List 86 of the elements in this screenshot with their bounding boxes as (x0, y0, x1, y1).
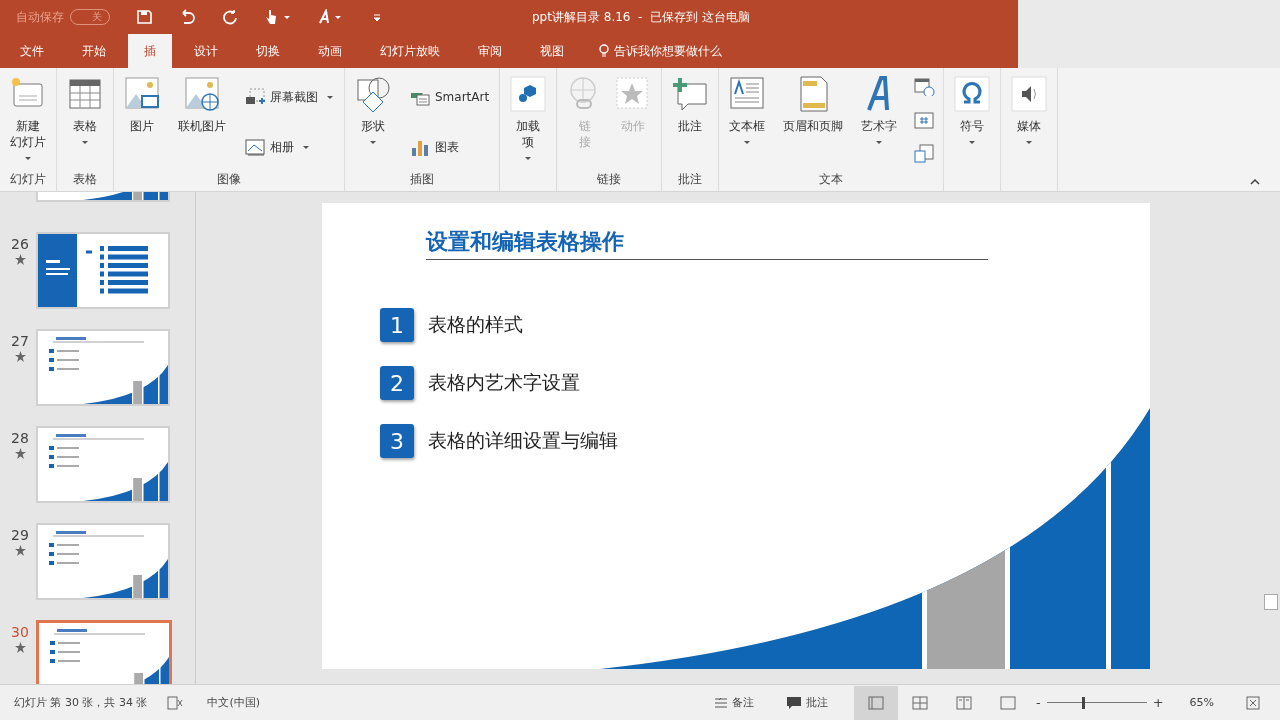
ribbon-button[interactable]: 媒体 (1007, 74, 1052, 188)
slide-count: 幻灯片 第 30 张，共 34 张 (14, 695, 148, 710)
zoom-slider-thumb[interactable] (1081, 696, 1085, 709)
number-badge: 2 (380, 366, 414, 400)
fit-to-window-icon[interactable] (1246, 695, 1260, 710)
zoom-in-button[interactable]: + (1152, 695, 1164, 710)
star-icon (14, 545, 26, 556)
ribbon-button[interactable]: 文本框 (725, 74, 770, 171)
group-label: 文本 (819, 171, 844, 188)
list-item-text: 表格内艺术字设置 (428, 370, 580, 395)
list-item-text: 表格的详细设置与编辑 (428, 428, 618, 453)
group-label: 批注 (678, 171, 703, 188)
comments-button[interactable]: 批注 (779, 694, 834, 711)
star-icon (14, 254, 26, 265)
ribbon-tab[interactable]: 文件 (4, 34, 60, 68)
zoom-level[interactable]: 65% (1189, 696, 1214, 709)
slide-thumbnail[interactable] (36, 232, 170, 309)
slide-number: 27 (11, 333, 29, 349)
save-icon[interactable] (136, 9, 152, 25)
ribbon-button[interactable]: 新建 幻灯片 (6, 74, 50, 171)
ribbon-button[interactable]: 形状 (351, 74, 395, 171)
online-picture-icon (184, 76, 220, 112)
shapes-icon (355, 76, 391, 112)
ribbon-button[interactable]: 屏幕截图 (240, 74, 338, 121)
text-box-icon (729, 76, 766, 112)
slide-title: 设置和编辑表格操作 (426, 227, 988, 260)
language-label[interactable]: 中文(中国) (207, 695, 261, 710)
ribbon-button[interactable]: 图表 (405, 124, 494, 171)
notes-button[interactable]: 备注 (707, 694, 760, 711)
ribbon-tab[interactable]: 幻灯片放映 (364, 34, 456, 68)
number-badge: 3 (380, 424, 414, 458)
slide-thumbnail[interactable] (36, 192, 170, 202)
ribbon-tab[interactable]: 设计 (178, 34, 234, 68)
number-badge: 1 (380, 308, 414, 342)
autosave-label: 自动保存 (16, 8, 64, 26)
slide-thumbnail[interactable] (36, 620, 172, 684)
ribbon-tab[interactable]: 动画 (302, 34, 358, 68)
group-label: 幻灯片 (10, 171, 46, 188)
spell-check-icon[interactable] (167, 695, 184, 710)
ribbon-button[interactable]: 艺术字 (857, 74, 902, 171)
zoom-out-button[interactable]: - (1035, 695, 1041, 710)
ribbon-tab[interactable]: 开始 (66, 34, 122, 68)
redo-icon[interactable] (222, 9, 238, 25)
ribbon-tab[interactable]: 审阅 (462, 34, 518, 68)
photo-album-icon (244, 137, 266, 158)
scroll-thumb[interactable] (1264, 594, 1278, 610)
group-label: 表格 (73, 171, 97, 188)
comment-icon (785, 695, 802, 710)
slide-thumbnail[interactable] (36, 426, 170, 503)
ribbon-button[interactable]: 联机图片 (174, 74, 230, 171)
ribbon-button[interactable]: 页眉和页脚 (779, 74, 848, 171)
table-icon (67, 76, 103, 112)
slide-thumbnail[interactable] (36, 329, 170, 406)
ribbon-button[interactable]: 表格 (63, 74, 107, 171)
notes-icon (713, 696, 728, 709)
ribbon-button[interactable]: 加载 项 (506, 74, 551, 188)
comment-icon (672, 76, 709, 112)
speaker-icon (1011, 76, 1048, 112)
ribbon-button[interactable]: 符号 (950, 74, 995, 188)
window-title: ppt讲解目录 8.16 - 已保存到 这台电脑 (532, 8, 750, 26)
lightbulb-icon (598, 44, 610, 58)
ribbon-button[interactable]: 批注 (668, 74, 713, 171)
ribbon-tab[interactable]: 视图 (524, 34, 580, 68)
touch-mode-icon[interactable] (264, 9, 292, 25)
ribbon-tab[interactable]: 切换 (240, 34, 296, 68)
collapse-ribbon-icon[interactable] (1250, 179, 1260, 185)
slide-number: 29 (11, 527, 29, 543)
tell-me-search[interactable]: 告诉我你想要做什么 (592, 34, 728, 68)
ribbon-tab[interactable]: 插 (128, 34, 172, 68)
ribbon-button[interactable]: 相册 (240, 124, 338, 171)
group-label: 链接 (597, 171, 622, 188)
group-label: 插图 (410, 171, 435, 188)
list-item-text: 表格的样式 (428, 312, 523, 337)
star-icon (14, 642, 26, 653)
picture-icon (124, 76, 160, 112)
ribbon-button[interactable]: SmartArt (405, 74, 494, 121)
slide-thumbnail[interactable] (36, 523, 170, 600)
slide-number: 26 (11, 236, 29, 252)
slide-number: 30 (11, 624, 29, 640)
ribbon-button[interactable]: 图片 (120, 74, 164, 171)
omega-icon (954, 76, 991, 112)
slide-number: 28 (11, 430, 29, 446)
add-in-icon (510, 76, 547, 112)
star-icon (14, 448, 26, 459)
group-label: 图像 (217, 171, 241, 188)
star-icon (14, 351, 26, 362)
